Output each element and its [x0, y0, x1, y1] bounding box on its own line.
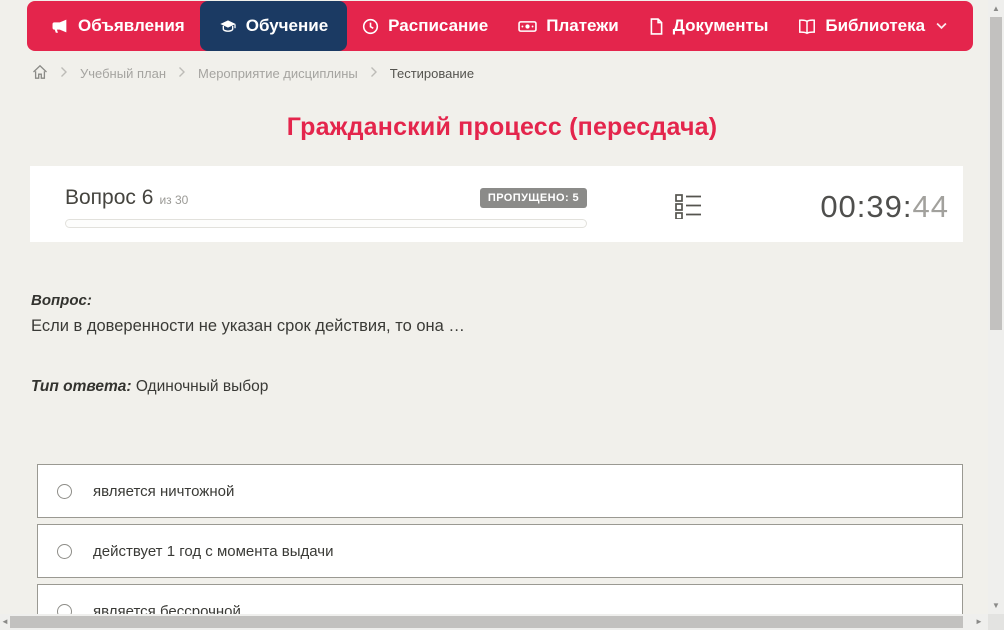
- timer: 00:39:44: [820, 189, 949, 225]
- scroll-down-arrow-icon[interactable]: ▼: [988, 602, 1004, 610]
- open-book-icon: [798, 18, 816, 35]
- answer-type-label: Тип ответа:: [31, 378, 132, 395]
- nav-item-payments[interactable]: Платежи: [503, 1, 634, 51]
- breadcrumb-separator-icon: [370, 66, 378, 81]
- nav-item-announcements[interactable]: Объявления: [37, 1, 200, 51]
- nav-item-library[interactable]: Библиотека: [783, 1, 962, 51]
- scroll-up-arrow-icon[interactable]: ▲: [988, 5, 1004, 13]
- nav-item-label: Объявления: [78, 16, 185, 35]
- main-nav: Объявления Обучение Расписание Платежи Д…: [27, 1, 973, 51]
- nav-item-label: Платежи: [546, 16, 619, 35]
- progress-bar: [65, 219, 587, 228]
- nav-item-label: Документы: [672, 16, 769, 35]
- answer-option-1[interactable]: является ничтожной: [37, 464, 963, 518]
- nav-item-label: Библиотека: [825, 16, 926, 35]
- scroll-left-arrow-icon[interactable]: ◄: [0, 618, 10, 626]
- quiz-progress-block: Вопрос 6 из 30 ПРОПУЩЕНО: 5: [65, 186, 587, 228]
- question-total: из 30: [159, 193, 189, 207]
- answer-type-row: Тип ответа: Одиночный выбор: [31, 378, 268, 396]
- breadcrumb-item-discipline-event[interactable]: Мероприятие дисциплины: [198, 66, 358, 81]
- skipped-badge: ПРОПУЩЕНО: 5: [479, 188, 587, 208]
- scrollbar-corner: [988, 614, 1004, 630]
- breadcrumb-separator-icon: [178, 66, 186, 81]
- radio-button[interactable]: [57, 483, 72, 499]
- nav-item-documents[interactable]: Документы: [634, 1, 784, 51]
- home-icon[interactable]: [32, 64, 48, 83]
- megaphone-icon: [52, 18, 69, 35]
- scroll-right-arrow-icon[interactable]: ►: [973, 618, 985, 626]
- horizontal-scrollbar[interactable]: ◄ ►: [0, 614, 988, 630]
- quiz-header-card: Вопрос 6 из 30 ПРОПУЩЕНО: 5 00:39:44: [30, 166, 963, 242]
- chevron-down-icon: [936, 22, 947, 30]
- vertical-scrollbar-thumb[interactable]: [990, 17, 1002, 330]
- question-heading: Вопрос:: [31, 292, 92, 309]
- breadcrumb-item-study-plan[interactable]: Учебный план: [80, 66, 166, 81]
- breadcrumb: Учебный план Мероприятие дисциплины Тест…: [32, 62, 474, 84]
- vertical-scrollbar[interactable]: ▲ ▼: [988, 0, 1004, 614]
- document-icon: [649, 17, 664, 35]
- page-title: Гражданский процесс (пересдача): [286, 113, 718, 141]
- timer-seconds: 44: [912, 189, 949, 224]
- breadcrumb-separator-icon: [60, 66, 68, 81]
- question-number: Вопрос 6: [65, 186, 154, 209]
- clock-icon: [362, 18, 379, 35]
- timer-hours-minutes: 00:39:: [820, 189, 913, 224]
- answer-option-label: действует 1 год с момента выдачи: [93, 542, 334, 560]
- question-list-icon[interactable]: [675, 193, 702, 224]
- answer-type-value: Одиночный выбор: [135, 378, 269, 395]
- nav-item-learning[interactable]: Обучение: [199, 1, 348, 51]
- nav-item-label: Расписание: [388, 16, 489, 35]
- nav-item-schedule[interactable]: Расписание: [347, 1, 503, 51]
- horizontal-scrollbar-thumb[interactable]: [10, 616, 963, 628]
- answer-option-2[interactable]: действует 1 год с момента выдачи: [37, 524, 963, 578]
- graduation-cap-icon: [219, 18, 237, 35]
- nav-item-label: Обучение: [245, 16, 329, 35]
- breadcrumb-item-testing: Тестирование: [389, 65, 475, 81]
- question-text: Если в доверенности не указан срок дейст…: [31, 317, 465, 335]
- banknote-icon: [518, 18, 537, 35]
- radio-button[interactable]: [57, 543, 72, 559]
- answer-option-label: является ничтожной: [93, 482, 235, 500]
